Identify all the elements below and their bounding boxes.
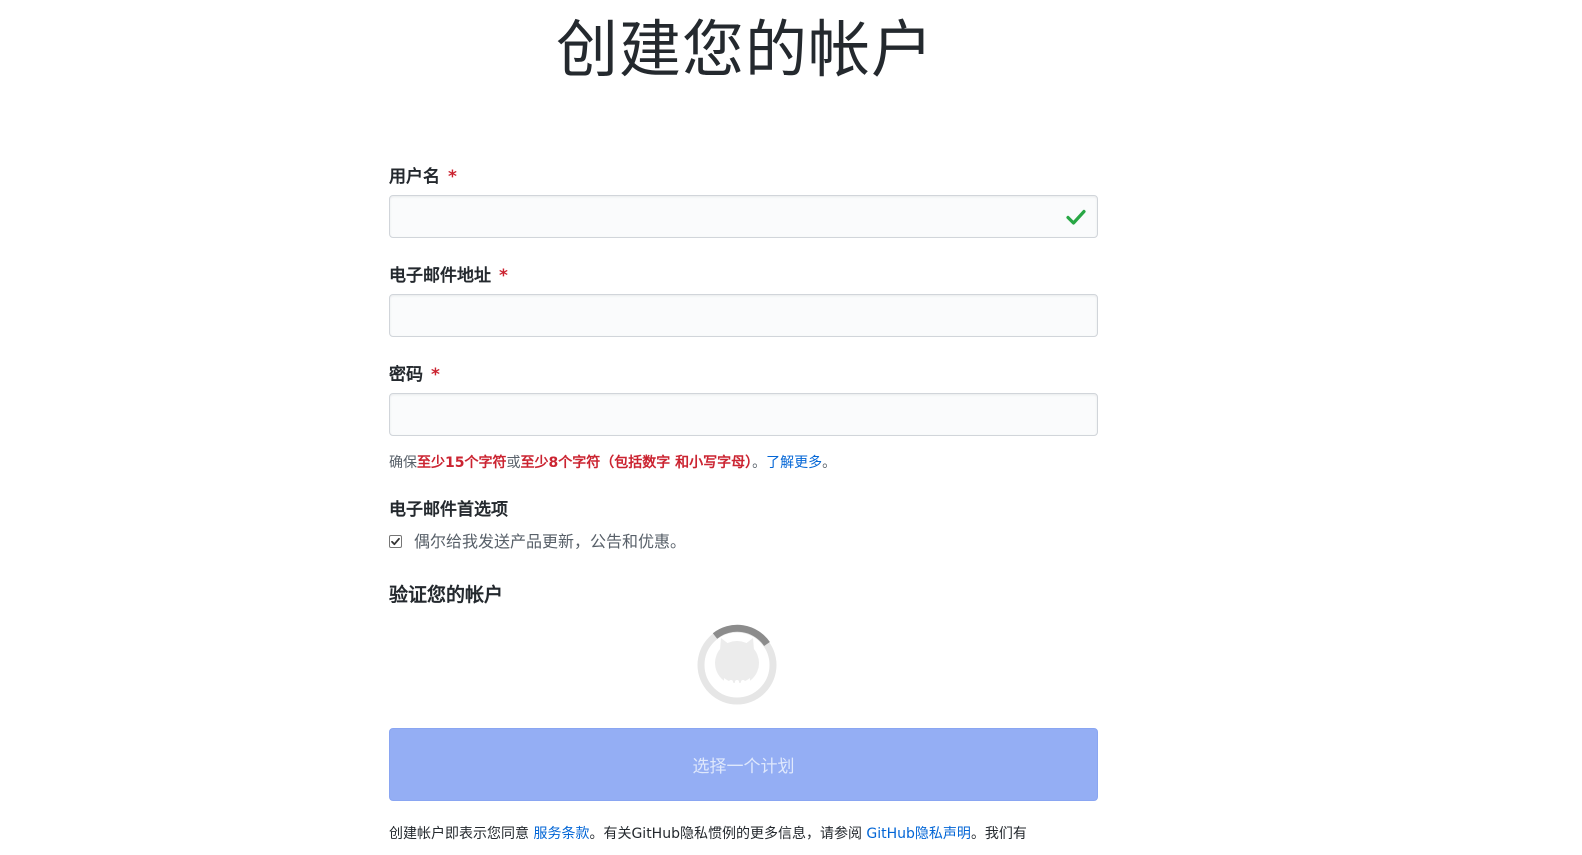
terms-suffix: 。我们有: [970, 826, 1027, 842]
github-octocat-spinner-icon: [697, 624, 777, 705]
email-required-mark: *: [499, 266, 508, 286]
email-label-text: 电子邮件地址: [389, 266, 491, 286]
page-title: 创建您的帐户: [555, 13, 934, 86]
username-label: 用户名 *: [389, 162, 457, 187]
privacy-statement-link[interactable]: GitHub隐私声明: [866, 826, 971, 842]
hint-end: 。: [822, 455, 837, 471]
email-preferences-heading: 电子邮件首选项: [389, 500, 508, 520]
terms-prefix: 创建帐户即表示您同意: [389, 826, 534, 842]
hint-prefix: 确保: [389, 455, 417, 471]
terms-notice: 创建帐户即表示您同意 服务条款。有关GitHub隐私惯例的更多信息，请参阅 Gi…: [389, 823, 1027, 843]
password-label-text: 密码: [389, 365, 423, 385]
hint-rule-composition: 至少8个字符（包括数字 和小写字母）: [520, 455, 753, 471]
email-input[interactable]: [390, 295, 1097, 336]
email-field[interactable]: [389, 294, 1098, 337]
username-field[interactable]: [389, 195, 1098, 238]
password-hint: 确保至少15个字符或至少8个字符（包括数字 和小写字母）。了解更多。: [389, 452, 836, 472]
terms-middle: 。有关GitHub隐私惯例的更多信息，请参阅: [589, 826, 867, 842]
password-label: 密码 *: [389, 360, 440, 385]
verify-account-heading: 验证您的帐户: [389, 584, 504, 606]
signup-page: 创建您的帐户 用户名 * 电子邮件地址 * 密码 * 确保至少15个字符或至少8个字: [0, 0, 1582, 855]
username-required-mark: *: [448, 167, 457, 187]
username-label-text: 用户名: [389, 167, 440, 187]
hint-or: 或: [506, 455, 521, 471]
email-label: 电子邮件地址 *: [389, 261, 508, 286]
hint-rule-length: 至少15个字符: [417, 455, 507, 471]
hint-suffix: 。: [752, 455, 767, 471]
password-field[interactable]: [389, 393, 1098, 436]
email-updates-checkbox-label[interactable]: 偶尔给我发送产品更新，公告和优惠。: [414, 528, 686, 552]
terms-of-service-link[interactable]: 服务条款: [533, 826, 589, 842]
checkbox-check-icon: [391, 537, 400, 545]
choose-plan-button[interactable]: 选择一个计划: [389, 728, 1098, 801]
checkmark-icon: [1066, 209, 1086, 225]
password-input[interactable]: [390, 394, 1097, 435]
email-preferences-option[interactable]: 偶尔给我发送产品更新，公告和优惠。: [389, 528, 686, 552]
password-required-mark: *: [431, 365, 440, 385]
email-updates-checkbox[interactable]: [389, 534, 402, 548]
learn-more-link[interactable]: 了解更多: [766, 455, 822, 471]
username-input[interactable]: [390, 196, 1097, 237]
